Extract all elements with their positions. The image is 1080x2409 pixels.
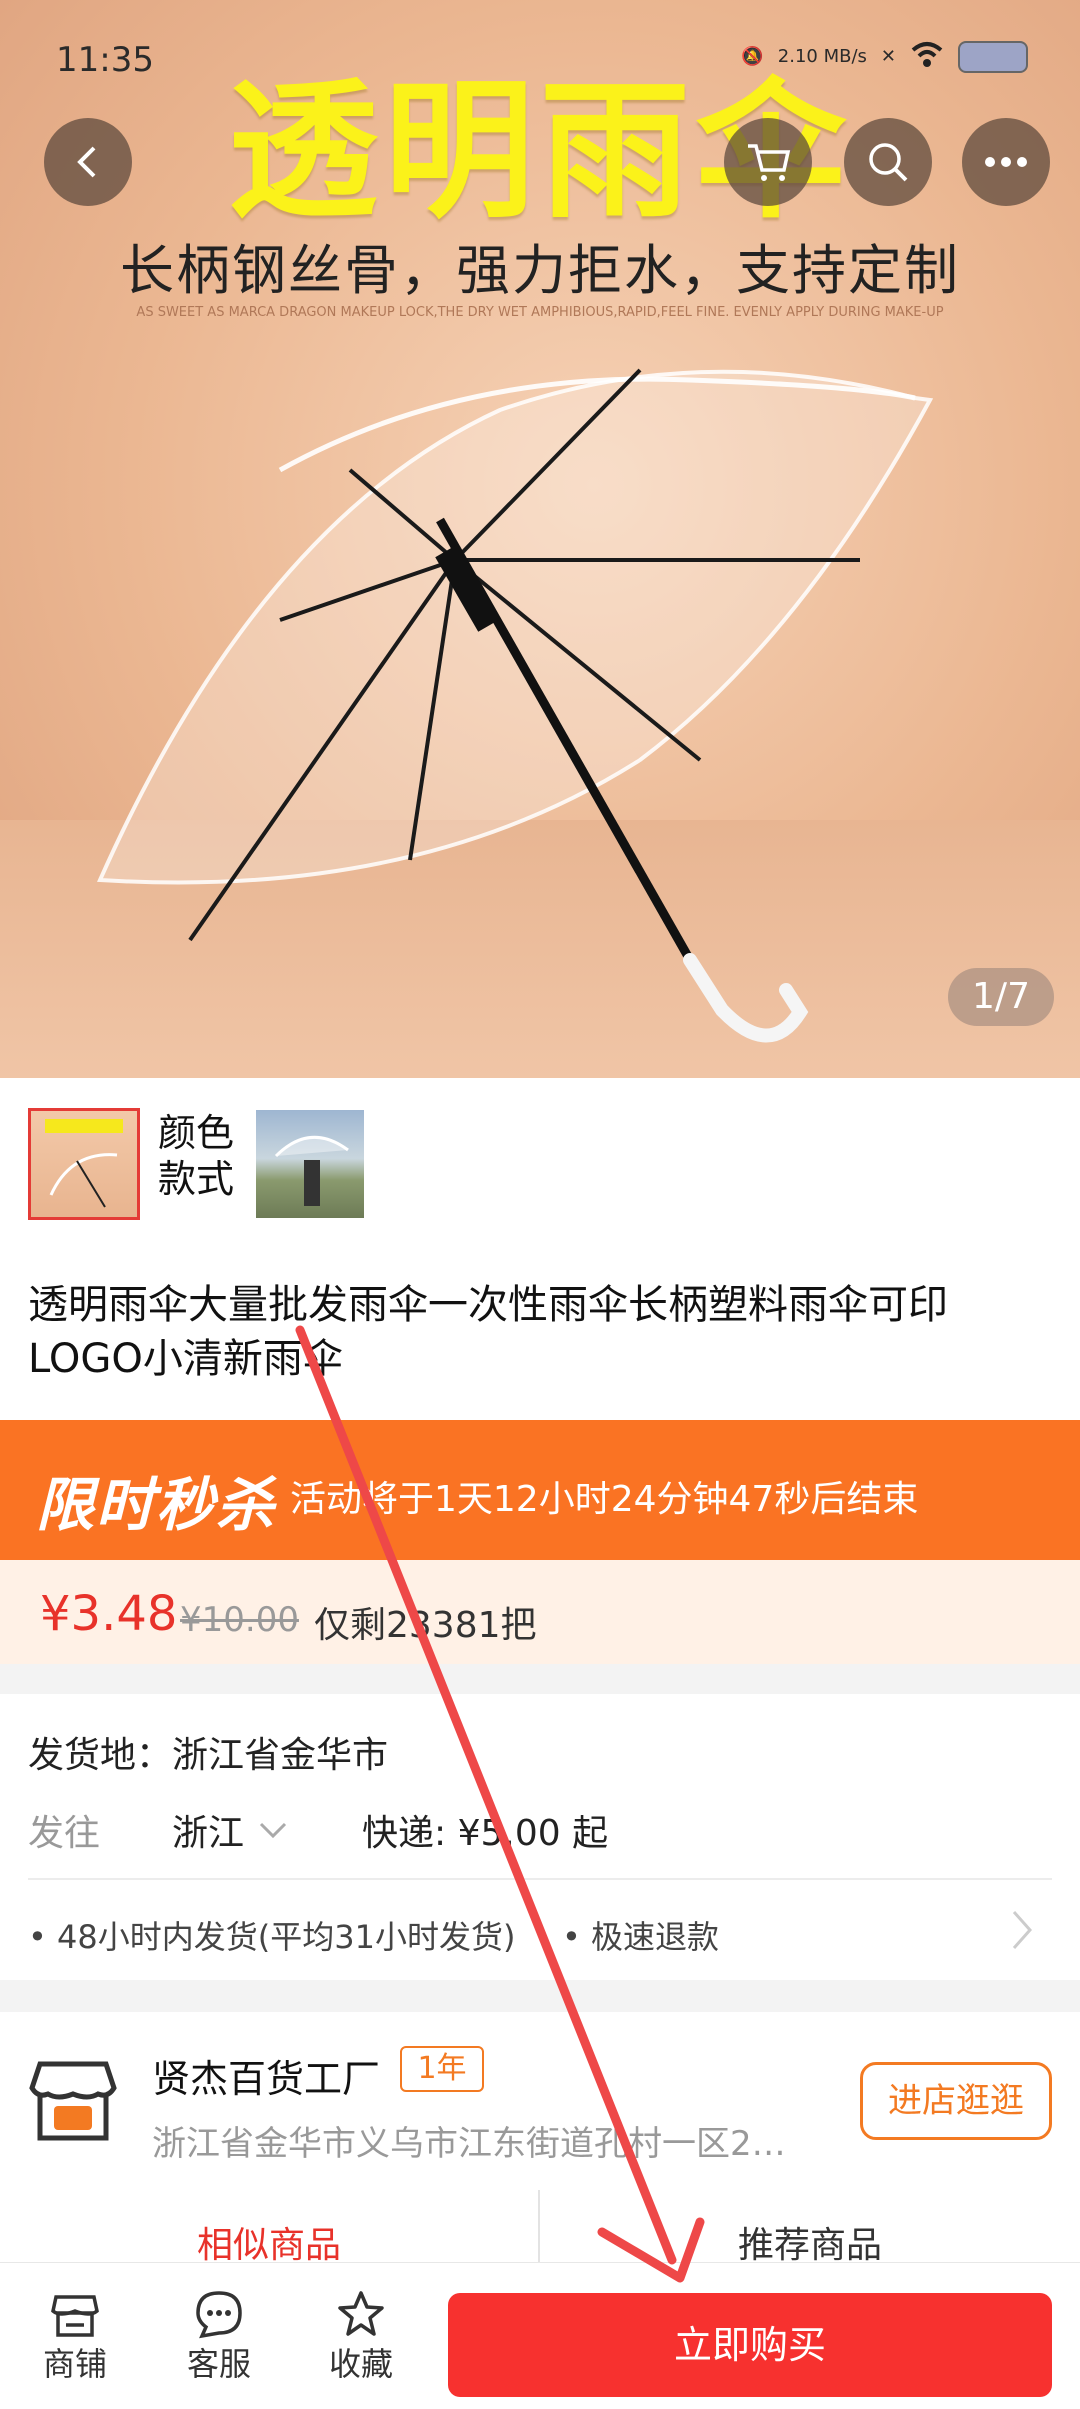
customer-service-button[interactable]: 客服: [154, 2277, 284, 2385]
signal-icon: ✕: [880, 46, 896, 67]
search-icon: [869, 143, 908, 182]
chat-icon: [154, 2277, 284, 2339]
bell-muted-icon: 🔕: [741, 46, 764, 67]
store-section: 贤杰百货工厂 1年 浙江省金华市义乌市江东街道孔村一区2… 进店逛逛 相似商品 …: [0, 2012, 1080, 2266]
product-title: 透明雨伞大量批发雨伞一次性雨伞长柄塑料雨伞可印LOGO小清新雨伞: [28, 1282, 948, 1382]
shop-label: 商铺: [42, 2345, 107, 2383]
guarantee-refund[interactable]: • 极速退款: [562, 1912, 719, 1958]
status-time: 11:35: [56, 40, 154, 80]
ship-to-label: 发往: [28, 1813, 101, 1854]
variant-thumbnail-selected[interactable]: [28, 1108, 140, 1220]
ship-origin: 发货地：浙江省金华市: [28, 1735, 389, 1776]
shipping-section: 发货地：浙江省金华市 发往 浙江 快递: ¥5.00 起 • 48小时内发货(平…: [0, 1694, 1080, 1980]
stock-remaining: 仅剩23381把: [314, 1605, 537, 1646]
back-button[interactable]: [44, 118, 132, 206]
bullet-icon: •: [562, 1918, 592, 1956]
tab-similar-products[interactable]: 相似商品: [0, 2216, 538, 2268]
shop-icon: [10, 2277, 140, 2339]
buy-now-button[interactable]: 立即购买: [448, 2293, 1052, 2397]
store-name[interactable]: 贤杰百货工厂: [152, 2048, 380, 2103]
battery-icon: [958, 40, 1028, 73]
search-button[interactable]: [844, 118, 932, 206]
image-counter: 1/7: [948, 968, 1054, 1026]
cart-icon: [748, 144, 791, 181]
umbrella-outdoor-image: [274, 1136, 349, 1206]
status-icons: 🔕 2.10 MB/s ✕: [741, 40, 1028, 73]
service-label: 客服: [186, 2345, 251, 2383]
favorite-label: 收藏: [328, 2345, 393, 2383]
divider: [28, 1878, 1052, 1880]
store-logo-icon[interactable]: [28, 2054, 118, 2144]
umbrella-thumbnail-image: [45, 1119, 123, 1208]
guarantee-shipping[interactable]: • 48小时内发货(平均31小时发货): [28, 1912, 515, 1958]
more-button[interactable]: [962, 118, 1050, 206]
ship-destination: 浙江: [172, 1813, 245, 1854]
store-address: 浙江省金华市义乌市江东街道孔村一区2…: [152, 2124, 786, 2164]
wifi-icon: [910, 40, 944, 73]
more-icon: [985, 157, 1027, 167]
chevron-down-icon: [259, 1822, 287, 1839]
visit-store-button[interactable]: 进店逛逛: [860, 2062, 1052, 2140]
product-title-section: 透明雨伞大量批发雨伞一次性雨伞长柄塑料雨伞可印LOGO小清新雨伞: [0, 1258, 1080, 1420]
shipping-fee: 快递: ¥5.00 起: [362, 1813, 609, 1854]
flash-sale-banner: 限时秒杀 活动将于1天12小时24分钟47秒后结束: [0, 1420, 1080, 1560]
flash-sale-title: 限时秒杀: [36, 1471, 277, 1539]
price-bar: ¥3.48 ¥10.00 仅剩23381把: [0, 1560, 1080, 1664]
net-speed: 2.10 MB/s: [777, 46, 867, 67]
original-price: ¥10.00: [180, 1600, 299, 1640]
variant-selector[interactable]: 颜色 款式: [0, 1078, 1080, 1258]
cart-button[interactable]: [724, 118, 812, 206]
ship-destination-selector[interactable]: 浙江: [172, 1804, 288, 1856]
guarantee-shipping-text: 48小时内发货(平均31小时发货): [57, 1918, 516, 1956]
store-age-badge: 1年: [400, 2046, 484, 2092]
sale-price: ¥3.48: [40, 1586, 178, 1642]
variant-label: 颜色 款式: [158, 1111, 235, 1201]
tab-recommended-products[interactable]: 推荐商品: [540, 2216, 1080, 2268]
guarantee-refund-text: 极速退款: [591, 1918, 720, 1956]
shop-button[interactable]: 商铺: [10, 2277, 140, 2385]
bottom-action-bar: 商铺 客服 收藏 立即购买: [0, 2262, 1080, 2409]
favorite-button[interactable]: 收藏: [296, 2277, 426, 2385]
back-icon: [77, 146, 96, 178]
flash-sale-countdown: 活动将于1天12小时24分钟47秒后结束: [290, 1479, 919, 1520]
variant-thumbnail-2[interactable]: [256, 1110, 364, 1218]
product-image-gallery[interactable]: 透明雨伞 长柄钢丝骨，强力拒水，支持定制 AS SWEET AS MARCA D…: [0, 0, 1080, 1078]
chevron-right-icon[interactable]: [1010, 1908, 1034, 1952]
bullet-icon: •: [28, 1918, 58, 1956]
star-icon: [296, 2277, 426, 2339]
